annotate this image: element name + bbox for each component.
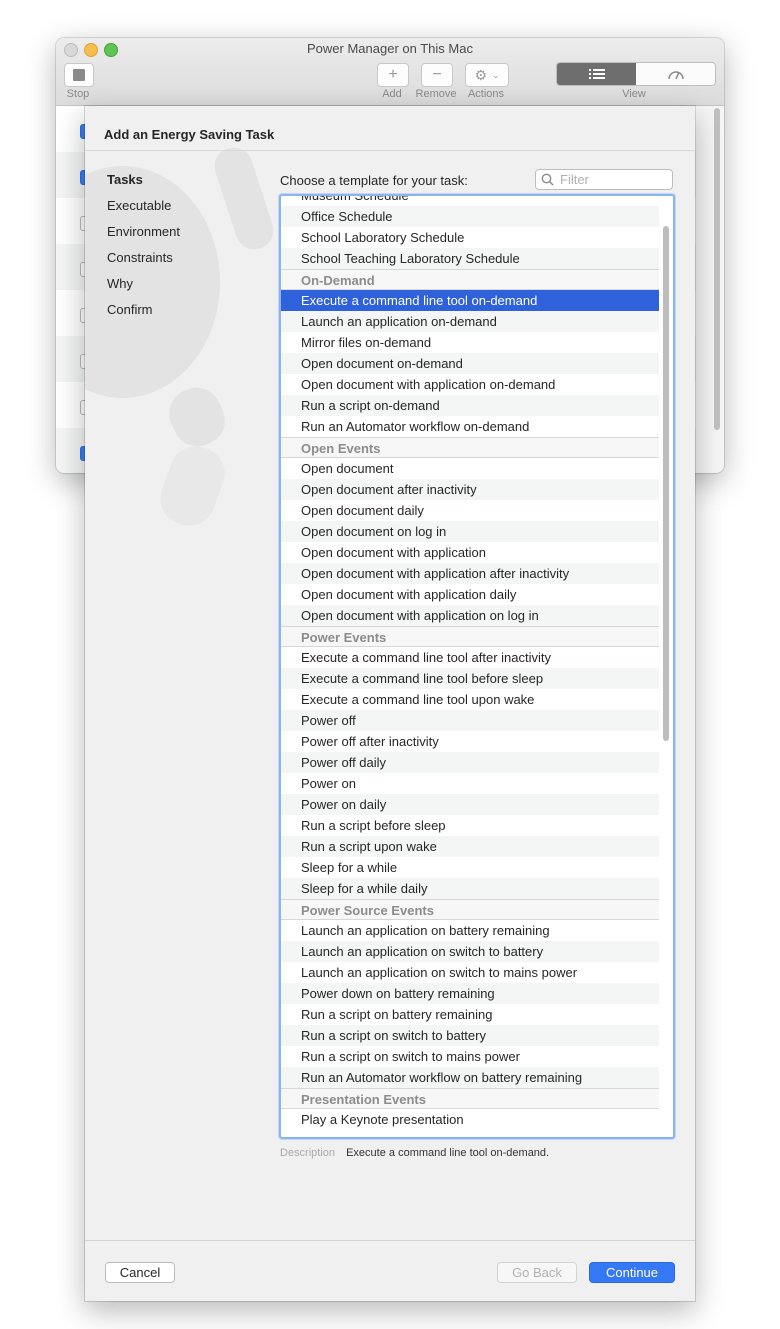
add-button[interactable]: + [377, 63, 409, 87]
template-item[interactable]: Power on daily [281, 794, 659, 815]
continue-button[interactable]: Continue [589, 1262, 675, 1283]
filter-field[interactable] [535, 169, 673, 190]
template-item[interactable]: Launch an application on battery remaini… [281, 920, 659, 941]
stop-button[interactable] [64, 63, 94, 87]
template-item[interactable]: Launch an application on switch to batte… [281, 941, 659, 962]
template-item[interactable]: Run a script on battery remaining [281, 1004, 659, 1025]
template-item[interactable]: Museum Schedule [281, 196, 659, 206]
template-item[interactable]: Office Schedule [281, 206, 659, 227]
search-icon [541, 172, 556, 187]
remove-label: Remove [415, 88, 457, 100]
template-item[interactable]: Run a script on switch to mains power [281, 1046, 659, 1067]
template-item[interactable]: Power off daily [281, 752, 659, 773]
divider [85, 1240, 695, 1241]
list-icon [588, 69, 605, 79]
template-item[interactable]: Execute a command line tool on-demand [281, 290, 659, 311]
template-item[interactable]: Open document with application daily [281, 584, 659, 605]
add-label: Add [382, 88, 402, 100]
template-item[interactable]: Open document with application [281, 542, 659, 563]
section-header: Presentation Events [281, 1088, 659, 1109]
template-item[interactable]: Sleep for a while daily [281, 878, 659, 899]
view-label: View [622, 88, 646, 100]
gauge-view-segment[interactable] [636, 63, 715, 85]
template-rows: Museum Schedule Office Schedule School Lab… [281, 196, 659, 1130]
section-header: Open Events [281, 437, 659, 458]
decorative-shape [209, 142, 279, 255]
step-constraints: Constraints [107, 250, 173, 265]
template-item[interactable]: Mirror files on-demand [281, 332, 659, 353]
template-item[interactable]: Open document on-demand [281, 353, 659, 374]
gear-icon: ⚙ [474, 66, 487, 83]
template-item[interactable]: Execute a command line tool upon wake [281, 689, 659, 710]
description-text: Execute a command line tool on-demand. [346, 1147, 550, 1159]
template-item[interactable]: Sleep for a while [281, 857, 659, 878]
cancel-button[interactable]: Cancel [105, 1262, 175, 1283]
view-segmented-control[interactable] [556, 62, 716, 86]
template-item[interactable]: School Teaching Laboratory Schedule [281, 248, 659, 269]
decorative-shape [161, 379, 233, 455]
template-item[interactable]: Execute a command line tool after inacti… [281, 647, 659, 668]
description: Description Execute a command line tool … [280, 1147, 549, 1159]
list-view-segment[interactable] [557, 63, 636, 85]
steps-sidebar: Tasks Executable Environment Constraints… [107, 172, 180, 328]
template-item[interactable]: Open document with application on-demand [281, 374, 659, 395]
step-confirm: Confirm [107, 302, 153, 317]
gauge-icon [667, 71, 684, 80]
list-scrollbar[interactable] [663, 226, 669, 741]
chevron-down-icon: ⌄ [492, 69, 500, 80]
template-item[interactable]: Run an Automator workflow on-demand [281, 416, 659, 437]
section-header: On-Demand [281, 269, 659, 290]
step-executable: Executable [107, 198, 172, 213]
minus-icon: − [432, 66, 442, 83]
template-item[interactable]: Power down on battery remaining [281, 983, 659, 1004]
template-item[interactable]: Open document [281, 458, 659, 479]
template-item[interactable]: Run a script upon wake [281, 836, 659, 857]
add-task-sheet: Add an Energy Saving Task Tasks Executab… [85, 106, 695, 1301]
remove-button[interactable]: − [421, 63, 453, 87]
section-header: Power Source Events [281, 899, 659, 920]
template-item[interactable]: Open document with application on log in [281, 605, 659, 626]
template-item[interactable]: Play a Keynote presentation [281, 1109, 659, 1130]
template-item[interactable]: Power off [281, 710, 659, 731]
window-title: Power Manager on This Mac [307, 41, 473, 56]
window-scrollbar[interactable] [714, 108, 720, 430]
filter-input[interactable] [560, 172, 665, 187]
template-item[interactable]: Run a script on-demand [281, 395, 659, 416]
template-item[interactable]: School Laboratory Schedule [281, 227, 659, 248]
template-item[interactable]: Launch an application on-demand [281, 311, 659, 332]
template-item[interactable]: Run a script before sleep [281, 815, 659, 836]
actions-label: Actions [467, 88, 505, 100]
template-item[interactable]: Power on [281, 773, 659, 794]
plus-icon: + [388, 66, 398, 83]
template-item[interactable]: Execute a command line tool before sleep [281, 668, 659, 689]
template-item[interactable]: Run an Automator workflow on battery rem… [281, 1067, 659, 1088]
template-item[interactable]: Run a script on switch to battery [281, 1025, 659, 1046]
divider [85, 150, 695, 151]
template-item[interactable]: Open document daily [281, 500, 659, 521]
sheet-title: Add an Energy Saving Task [104, 127, 275, 142]
step-environment: Environment [107, 224, 180, 239]
section-header: Power Events [281, 626, 659, 647]
actions-button[interactable]: ⚙ ⌄ [465, 63, 509, 87]
template-item[interactable]: Open document on log in [281, 521, 659, 542]
description-label: Description [280, 1147, 336, 1159]
go-back-button[interactable]: Go Back [497, 1262, 577, 1283]
template-prompt: Choose a template for your task: [280, 173, 468, 188]
window-toolbar: Power Manager on This Mac Stop + Add − R… [56, 38, 724, 106]
template-item[interactable]: Open document after inactivity [281, 479, 659, 500]
step-why: Why [107, 276, 133, 291]
step-tasks: Tasks [107, 172, 143, 187]
stop-icon [73, 69, 85, 81]
template-item[interactable]: Launch an application on switch to mains… [281, 962, 659, 983]
stop-label: Stop [66, 88, 90, 100]
template-item[interactable]: Power off after inactivity [281, 731, 659, 752]
template-list[interactable]: Museum Schedule Office Schedule School Lab… [279, 194, 675, 1139]
decorative-shape [152, 439, 233, 533]
template-item[interactable]: Open document with application after ina… [281, 563, 659, 584]
